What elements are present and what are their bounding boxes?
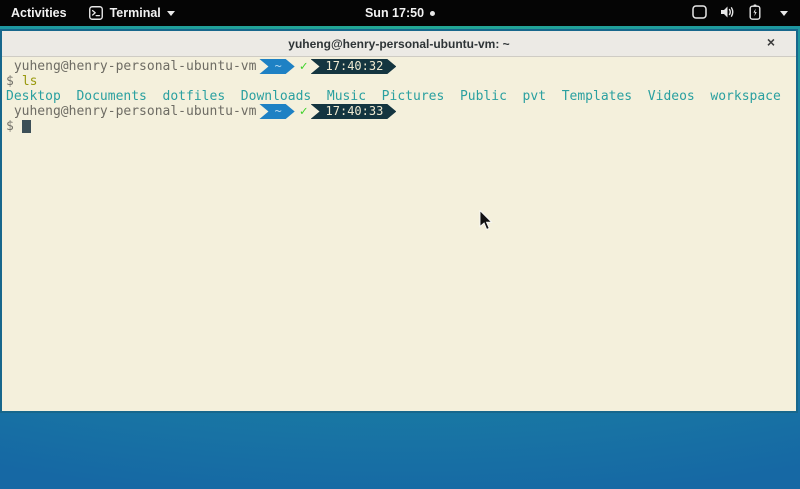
prompt-dollar: $: [6, 119, 14, 134]
close-button[interactable]: ×: [762, 34, 780, 50]
prompt-path: ~: [274, 59, 281, 73]
window-title: yuheng@henry-personal-ubuntu-vm: ~: [288, 37, 509, 51]
terminal-content[interactable]: yuheng@henry-personal-ubuntu-vm ~ ✓ 17:40:3…: [2, 57, 796, 410]
prompt-line: yuheng@henry-personal-ubuntu-vm ~ ✓ 17:40:3…: [6, 104, 796, 119]
notification-dot: [430, 11, 435, 16]
terminal-app-icon: [89, 6, 103, 20]
prompt-user: yuheng@henry-personal-ubuntu-vm: [6, 59, 256, 74]
battery-charging-icon: [749, 4, 761, 23]
status-check-icon: ✓: [300, 59, 308, 74]
powerline-path-segment: ~: [259, 59, 294, 74]
powerline-time-segment: 17:40:33: [311, 104, 397, 119]
chevron-down-icon: [780, 11, 788, 16]
display-icon: [692, 5, 707, 22]
status-check-icon: ✓: [300, 104, 308, 119]
prompt-user: yuheng@henry-personal-ubuntu-vm: [6, 104, 256, 119]
prompt-line: yuheng@henry-personal-ubuntu-vm ~ ✓ 17:40:3…: [6, 59, 796, 74]
clock-button[interactable]: Sun 17:50: [357, 0, 443, 26]
clock-label: Sun 17:50: [365, 6, 424, 20]
active-command-line: $: [6, 119, 796, 134]
prompt-time: 17:40:33: [326, 104, 384, 118]
desktop: Activities Terminal Sun 17:50: [0, 0, 800, 489]
activities-button[interactable]: Activities: [0, 0, 78, 26]
terminal-cursor: [22, 120, 31, 133]
prompt-path: ~: [274, 104, 281, 118]
terminal-window: yuheng@henry-personal-ubuntu-vm: ~ × yuh…: [0, 29, 798, 413]
prompt-time: 17:40:32: [326, 59, 384, 73]
window-titlebar[interactable]: yuheng@henry-personal-ubuntu-vm: ~ ×: [2, 31, 796, 57]
chevron-down-icon: [167, 11, 175, 16]
ls-output-line: Desktop Documents dotfiles Downloads Mus…: [6, 89, 796, 104]
prompt-dollar: $: [6, 74, 14, 89]
app-menu-button[interactable]: Terminal: [78, 0, 186, 26]
powerline-path-segment: ~: [259, 104, 294, 119]
top-bar: Activities Terminal Sun 17:50: [0, 0, 800, 26]
command-text: ls: [22, 74, 38, 89]
system-tray-button[interactable]: [680, 0, 800, 26]
mouse-cursor: [479, 210, 493, 236]
app-menu-label: Terminal: [110, 6, 161, 20]
volume-icon: [720, 5, 736, 22]
powerline-time-segment: 17:40:32: [311, 59, 397, 74]
command-line: $ ls: [6, 74, 796, 89]
